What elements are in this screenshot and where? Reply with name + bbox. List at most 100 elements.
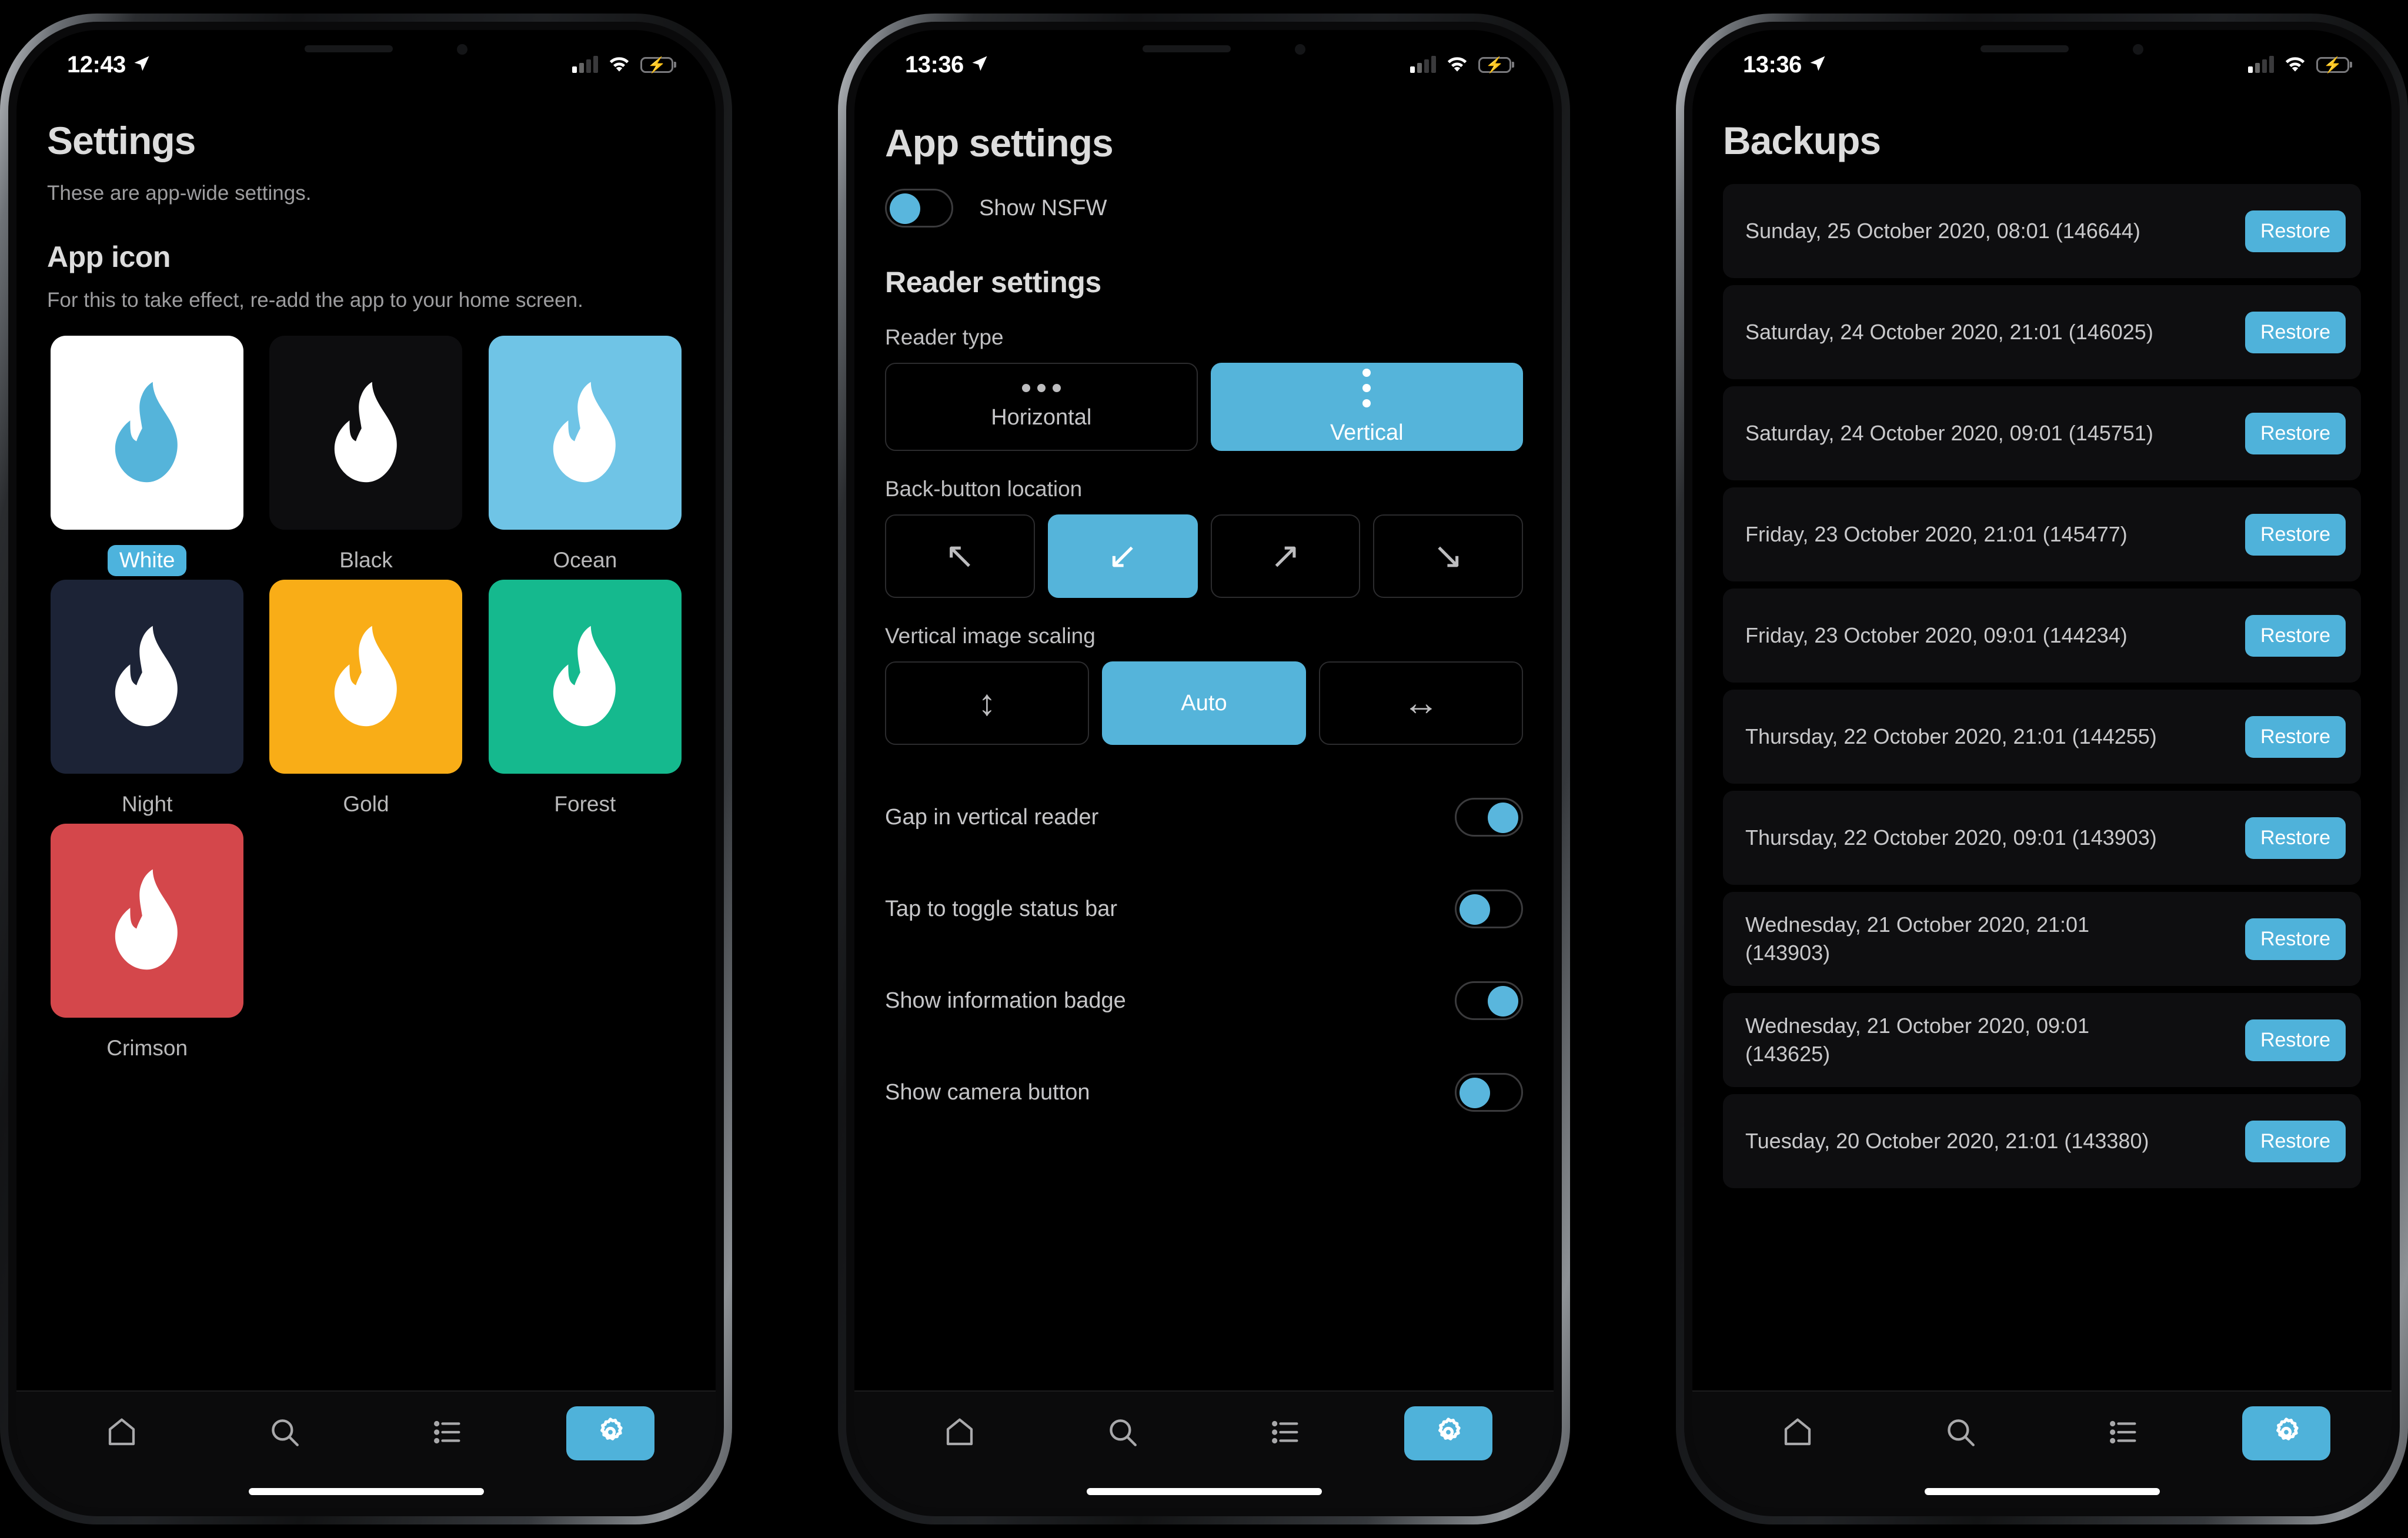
cellular-signal-icon: [2248, 56, 2274, 73]
restore-button[interactable]: Restore: [2245, 918, 2346, 960]
back-button-location-option-4[interactable]: ↘: [1373, 514, 1523, 598]
tab-gear[interactable]: [566, 1406, 655, 1460]
app-icon-option-white[interactable]: White: [47, 336, 247, 576]
reader-type-option-label: Vertical: [1330, 420, 1404, 445]
status-time-text: 13:36: [905, 51, 964, 78]
tab-home[interactable]: [916, 1406, 1004, 1460]
restore-button[interactable]: Restore: [2245, 614, 2346, 657]
flame-icon: [553, 382, 616, 483]
gear-icon: [2276, 1417, 2299, 1440]
app-icon-tile[interactable]: [269, 336, 463, 530]
backup-row: Friday, 23 October 2020, 09:01 (144234) …: [1723, 589, 2361, 683]
setting-row-0[interactable]: Gap in vertical reader: [885, 768, 1523, 837]
backups-page: Backups Sunday, 25 October 2020, 08:01 (…: [1692, 86, 2392, 1508]
app-icon-option-ocean[interactable]: Ocean: [485, 336, 685, 576]
app-icon-tile[interactable]: [51, 336, 244, 530]
restore-button[interactable]: Restore: [2245, 1019, 2346, 1061]
list-icon: [430, 1415, 465, 1452]
backup-row: Wednesday, 21 October 2020, 09:01 (14362…: [1723, 993, 2361, 1087]
setting-label: Tap to toggle status bar: [885, 896, 1118, 921]
app-icon-option-gold[interactable]: Gold: [266, 579, 466, 820]
tab-search[interactable]: [1078, 1406, 1167, 1460]
phone-3: 13:36 ⚡ Backups Sunday, 25 October 2020,…: [1676, 14, 2408, 1524]
setting-switch[interactable]: [1455, 890, 1523, 928]
phone-screen: 13:36 ⚡ App settings Show NSFW Reader se…: [854, 30, 1554, 1508]
app-icon-tile[interactable]: [269, 579, 463, 774]
app-settings-content: App settings Show NSFW Reader settings R…: [854, 121, 1554, 1112]
scaling-label: Vertical image scaling: [885, 624, 1096, 648]
app-icon-option-black[interactable]: Black: [266, 336, 466, 576]
tab-search[interactable]: [1916, 1406, 2005, 1460]
setting-row-3[interactable]: Show camera button: [885, 1044, 1523, 1112]
gear-icon: [1431, 1415, 1466, 1453]
tab-list[interactable]: [1241, 1406, 1330, 1460]
home-indicator: [1086, 1488, 1322, 1495]
app-icon-tile[interactable]: [488, 336, 682, 530]
arrow-down-left-icon: ↙: [1107, 536, 1138, 576]
setting-row-2[interactable]: Show information badge: [885, 952, 1523, 1020]
restore-button[interactable]: Restore: [2245, 412, 2346, 454]
backup-date: Wednesday, 21 October 2020, 09:01 (14362…: [1745, 1014, 2090, 1066]
cellular-signal-icon: [572, 56, 598, 73]
restore-button[interactable]: Restore: [2245, 210, 2346, 252]
app-icon-tile[interactable]: [51, 823, 244, 1018]
section-subtitle-app-icon: For this to take effect, re-add the app …: [47, 288, 583, 312]
app-settings-page: App settings Show NSFW Reader settings R…: [854, 86, 1554, 1508]
gear-icon: [1438, 1417, 1461, 1440]
app-icon-tile[interactable]: [488, 579, 682, 774]
wifi-icon: [1447, 56, 1467, 72]
back-button-location-option-3[interactable]: ↗: [1210, 514, 1361, 598]
settings-content: Settings These are app-wide settings. Ap…: [16, 118, 716, 1064]
status-time: 12:43: [67, 52, 151, 78]
app-icon-option-forest[interactable]: Forest: [485, 579, 685, 820]
battery-charging-icon: ⚡: [640, 56, 673, 73]
back-button-location-option-1[interactable]: ↖: [885, 514, 1035, 598]
arrow-down-right-icon: ↘: [1432, 536, 1464, 576]
back-button-location-option-2[interactable]: ↙: [1047, 514, 1198, 598]
wifi-icon: [1445, 55, 1469, 75]
arrow-vertical-icon: ↕: [978, 683, 996, 723]
setting-switch[interactable]: [1455, 1073, 1523, 1112]
restore-button[interactable]: Restore: [2245, 1120, 2346, 1162]
restore-button[interactable]: Restore: [2245, 715, 2346, 758]
setting-label: Show camera button: [885, 1079, 1090, 1105]
nsfw-row[interactable]: Show NSFW: [885, 189, 1523, 228]
setting-row-1[interactable]: Tap to toggle status bar: [885, 860, 1523, 928]
setting-switch[interactable]: [1455, 981, 1523, 1020]
tab-home[interactable]: [1754, 1406, 1842, 1460]
setting-switch[interactable]: [1455, 798, 1523, 837]
backup-row: Saturday, 24 October 2020, 09:01 (145751…: [1723, 386, 2361, 480]
tab-list[interactable]: [403, 1406, 492, 1460]
scaling-option-2[interactable]: Auto: [1102, 661, 1306, 745]
flame-icon: [115, 626, 178, 726]
tab-gear[interactable]: [1404, 1406, 1493, 1460]
tab-list[interactable]: [2079, 1406, 2167, 1460]
backup-row: Wednesday, 21 October 2020, 21:01 (14390…: [1723, 892, 2361, 986]
app-icon-label: Gold: [343, 791, 389, 816]
list-icon: [434, 1420, 460, 1443]
nsfw-switch[interactable]: [885, 189, 953, 228]
tab-search[interactable]: [241, 1406, 329, 1460]
tab-home[interactable]: [78, 1406, 166, 1460]
backup-date: Thursday, 22 October 2020, 09:01 (143903…: [1745, 825, 2157, 850]
restore-button[interactable]: Restore: [2245, 817, 2346, 859]
reader-type-option-vertical[interactable]: Vertical: [1210, 363, 1523, 451]
app-icon-tile[interactable]: [51, 579, 244, 774]
location-arrow-icon: [971, 52, 988, 78]
restore-button[interactable]: Restore: [2245, 311, 2346, 353]
wifi-icon: [2285, 56, 2305, 72]
scaling-option-3[interactable]: ↔: [1319, 661, 1523, 745]
app-icon-label: Forest: [554, 791, 616, 816]
backup-row: Friday, 23 October 2020, 21:01 (145477) …: [1723, 487, 2361, 581]
backup-date: Tuesday, 20 October 2020, 21:01 (143380): [1745, 1129, 2149, 1154]
reader-type-option-horizontal[interactable]: Horizontal: [885, 363, 1198, 451]
scaling-option-1[interactable]: ↕: [885, 661, 1089, 745]
reader-type-options: Horizontal Vertical: [885, 363, 1523, 451]
app-icon-grid: White Black Ocean Night Gold Forest Crim…: [47, 336, 685, 1064]
restore-button[interactable]: Restore: [2245, 513, 2346, 556]
list-icon: [2106, 1415, 2140, 1452]
app-icon-option-night[interactable]: Night: [47, 579, 247, 820]
tab-gear[interactable]: [2242, 1406, 2331, 1460]
app-icon-option-crimson[interactable]: Crimson: [47, 823, 247, 1064]
search-icon: [1106, 1415, 1140, 1452]
